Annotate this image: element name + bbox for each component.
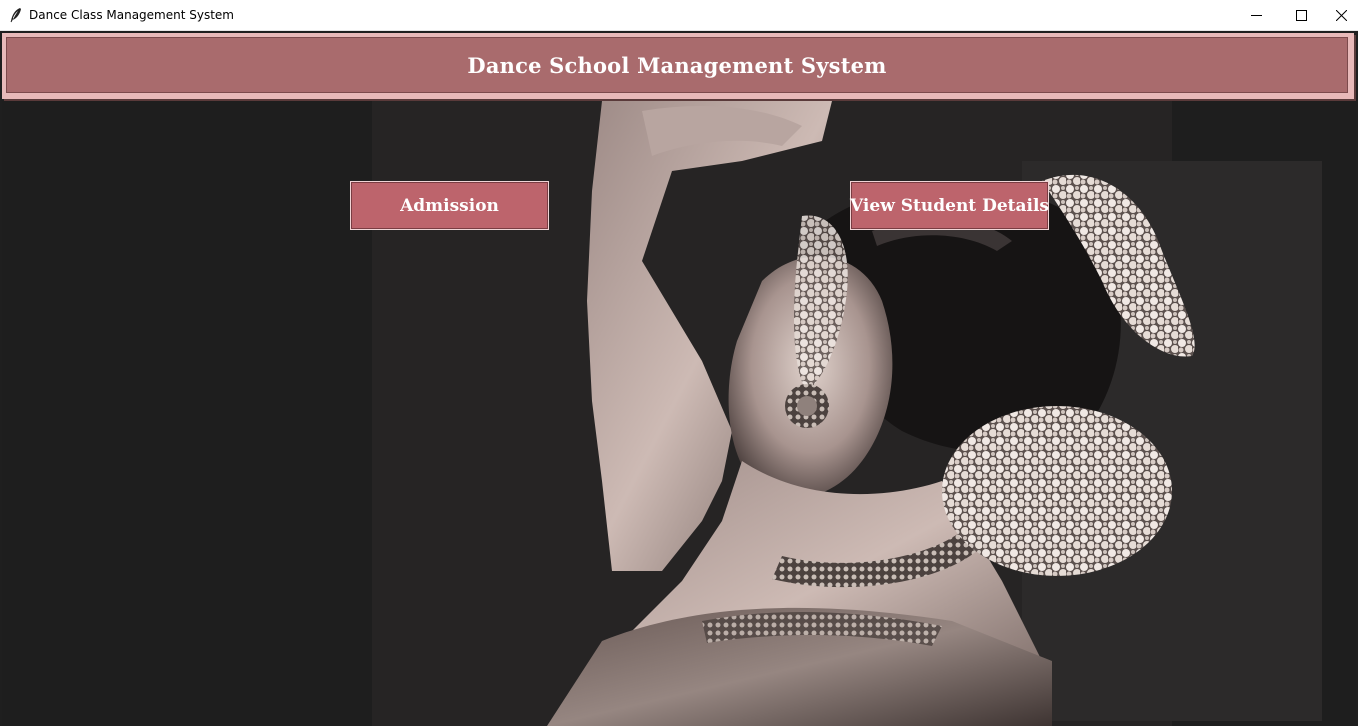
minimize-button[interactable]: [1234, 0, 1279, 30]
admission-button[interactable]: Admission: [350, 181, 549, 230]
header-panel: Dance School Management System: [6, 37, 1348, 93]
dancer-photo: [2, 101, 1356, 726]
maximize-icon: [1296, 9, 1307, 21]
title-bar[interactable]: Dance Class Management System: [0, 0, 1358, 31]
close-button[interactable]: [1324, 0, 1358, 30]
minimize-icon: [1251, 10, 1262, 21]
feather-icon: [9, 7, 23, 23]
view-student-details-button[interactable]: View Student Details: [850, 181, 1049, 230]
window-title: Dance Class Management System: [29, 8, 234, 22]
header-banner: Dance School Management System: [2, 33, 1354, 99]
maximize-button[interactable]: [1279, 0, 1324, 30]
page-title: Dance School Management System: [467, 52, 887, 78]
app-window: Dance Class Management System Dance Scho…: [0, 0, 1358, 726]
close-icon: [1335, 9, 1347, 21]
